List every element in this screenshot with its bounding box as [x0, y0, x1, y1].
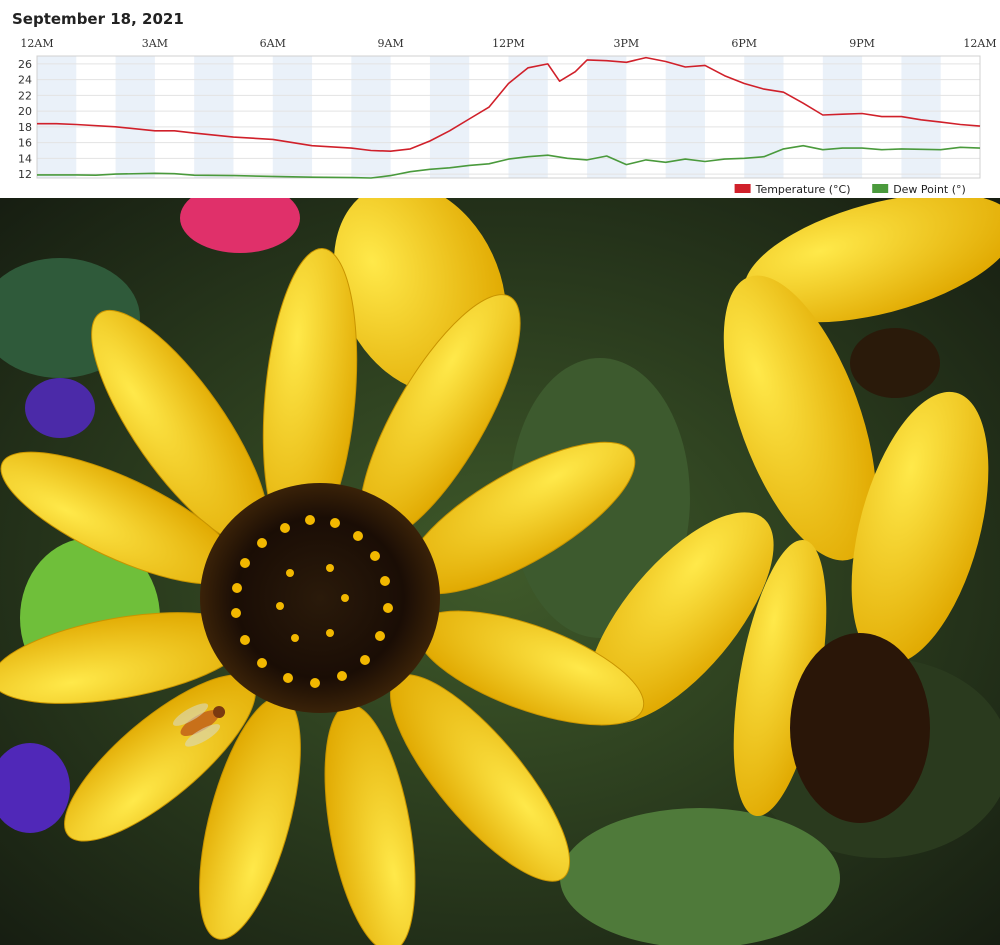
sunflower-photo: [0, 198, 1000, 945]
legend-swatch-dew-point: [872, 184, 889, 193]
y-tick-label: 24: [18, 74, 32, 87]
chart-title: September 18, 2021: [12, 10, 184, 28]
y-tick-label: 20: [18, 105, 32, 118]
hour-band: [429, 56, 470, 178]
x-tick-label: 12AM: [963, 37, 996, 50]
legend-label-temperature: Temperature (°C): [755, 183, 851, 196]
x-tick-label: 6AM: [260, 37, 286, 50]
hour-band: [587, 56, 627, 178]
hour-band: [508, 56, 548, 178]
legend-swatch-temperature: [734, 184, 751, 193]
legend-label-dew-point: Dew Point (°): [893, 183, 966, 196]
weather-line-chart: 12AM 3AM 6AM 9AM 12PM 3PM 6PM 9PM 12AM 12 14 16 18 2…: [18, 37, 997, 196]
x-tick-label: 12PM: [492, 37, 525, 50]
y-tick-label: 16: [18, 137, 32, 150]
hour-band: [822, 56, 863, 178]
chart-legend: Temperature (°C) Dew Point (°): [734, 183, 966, 196]
hour-band: [194, 56, 234, 178]
y-tick-label: 26: [18, 58, 32, 71]
x-tick-label: 3AM: [142, 37, 168, 50]
hour-band: [37, 56, 77, 178]
x-tick-label: 9PM: [849, 37, 875, 50]
y-tick-label: 12: [18, 168, 32, 181]
y-axis-ticks: 12 14 16 18 20 22 24 26: [18, 58, 32, 181]
hour-band: [115, 56, 155, 178]
night-shading-bands: [37, 56, 941, 178]
y-tick-label: 14: [18, 152, 32, 165]
y-tick-label: 18: [18, 121, 32, 134]
y-tick-label: 22: [18, 89, 32, 102]
hour-band: [351, 56, 391, 178]
x-tick-label: 12AM: [20, 37, 53, 50]
x-axis-ticks: 12AM 3AM 6AM 9AM 12PM 3PM 6PM 9PM 12AM: [20, 37, 996, 50]
x-tick-label: 9AM: [378, 37, 404, 50]
x-tick-label: 3PM: [614, 37, 640, 50]
hour-band: [744, 56, 784, 178]
x-tick-label: 6PM: [731, 37, 757, 50]
hour-band: [272, 56, 313, 178]
